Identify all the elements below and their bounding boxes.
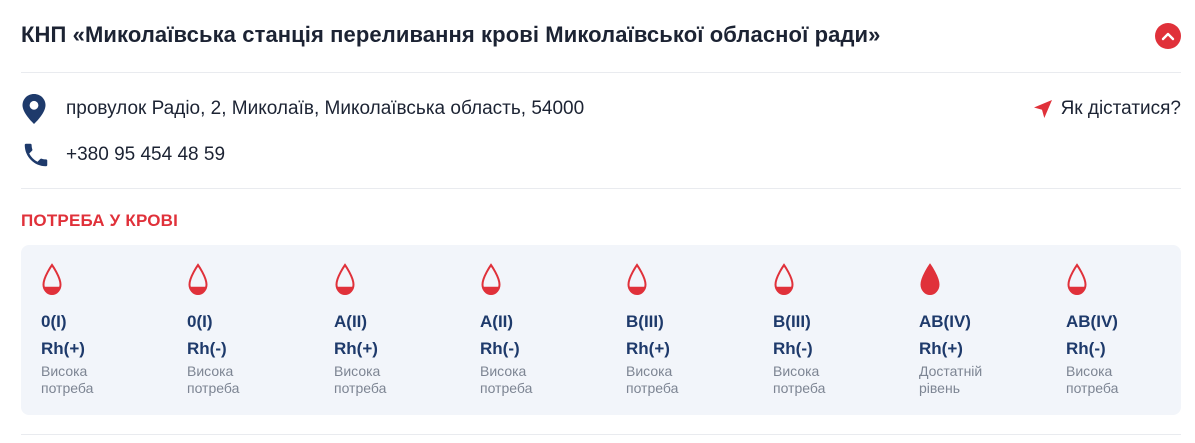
blood-group: B(III) <box>626 312 664 331</box>
phone-number[interactable]: +380 95 454 48 59 <box>66 144 225 166</box>
blood-type-item: AB(IV) Rh(-) Висока потреба <box>1066 263 1186 397</box>
divider <box>21 188 1181 189</box>
rh-factor: Rh(+) <box>41 339 85 358</box>
need-status: Висока потреба <box>626 363 679 396</box>
need-status: Достатній рівень <box>919 363 983 396</box>
need-status: Висока потреба <box>1066 363 1119 396</box>
rh-factor: Rh(+) <box>919 339 963 358</box>
blood-drop-icon <box>481 263 501 296</box>
chevron-up-icon <box>1161 31 1175 41</box>
blood-type-item: 0(I) Rh(-) Висока потреба <box>187 263 307 397</box>
need-status: Висока потреба <box>334 363 387 396</box>
blood-group: B(III) <box>773 312 811 331</box>
need-status: Висока потреба <box>773 363 826 396</box>
rh-factor: Rh(-) <box>773 339 813 358</box>
rh-factor: Rh(-) <box>187 339 227 358</box>
station-title: КНП «Миколаївська станція переливання кр… <box>21 22 881 47</box>
blood-group: 0(I) <box>187 312 213 331</box>
blood-drop-icon <box>920 263 940 296</box>
section-title: ПОТРЕБА У КРОВІ <box>21 211 179 230</box>
divider <box>21 434 1181 435</box>
collapse-button[interactable] <box>1155 23 1181 49</box>
divider <box>21 72 1181 73</box>
blood-type-item: B(III) Rh(-) Висока потреба <box>773 263 893 397</box>
blood-drop-icon <box>774 263 794 296</box>
blood-group: A(II) <box>480 312 514 331</box>
blood-group: AB(IV) <box>1066 312 1118 331</box>
need-status: Висока потреба <box>41 363 94 396</box>
blood-group: AB(IV) <box>919 312 971 331</box>
blood-type-item: 0(I) Rh(+) Висока потреба <box>41 263 161 397</box>
blood-drop-icon <box>1067 263 1087 296</box>
directions-label: Як дістатися? <box>1060 98 1181 119</box>
blood-drop-icon <box>42 263 62 296</box>
rh-factor: Rh(+) <box>334 339 378 358</box>
blood-needs-panel: 0(I) Rh(+) Висока потреба 0(I) Rh(-) Вис… <box>21 245 1181 415</box>
rh-factor: Rh(-) <box>1066 339 1106 358</box>
address-text: провулок Радіо, 2, Миколаїв, Миколаївськ… <box>66 98 585 119</box>
phone-icon <box>21 139 51 171</box>
blood-type-item: A(II) Rh(-) Висока потреба <box>480 263 600 397</box>
blood-group: 0(I) <box>41 312 67 331</box>
blood-drop-icon <box>627 263 647 296</box>
need-status: Висока потреба <box>480 363 533 396</box>
navigation-arrow-icon <box>1033 99 1053 119</box>
directions-link[interactable]: Як дістатися? <box>1033 95 1181 123</box>
blood-drop-icon <box>188 263 208 296</box>
blood-type-item: AB(IV) Rh(+) Достатній рівень <box>919 263 1039 397</box>
need-status: Висока потреба <box>187 363 240 396</box>
rh-factor: Rh(-) <box>480 339 520 358</box>
blood-type-item: B(III) Rh(+) Висока потреба <box>626 263 746 397</box>
rh-factor: Rh(+) <box>626 339 670 358</box>
station-header: КНП «Миколаївська станція переливання кр… <box>21 18 1181 56</box>
map-pin-icon <box>21 93 51 125</box>
blood-drop-icon <box>335 263 355 296</box>
address-row: провулок Радіо, 2, Миколаїв, Миколаївськ… <box>21 93 584 125</box>
blood-group: A(II) <box>334 312 368 331</box>
blood-type-item: A(II) Rh(+) Висока потреба <box>334 263 454 397</box>
phone-row: +380 95 454 48 59 <box>21 139 225 171</box>
